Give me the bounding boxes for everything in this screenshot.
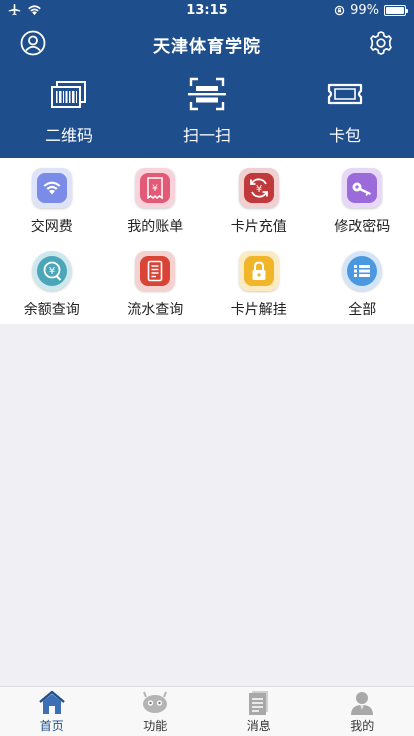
functions-icon — [143, 691, 168, 713]
my-bills-button[interactable]: ¥ 我的账单 — [104, 158, 208, 241]
profile-icon — [351, 692, 374, 715]
card-unlock-label: 卡片解挂 — [230, 302, 287, 318]
tab-profile-label: 我的 — [350, 719, 375, 733]
balance-inquiry-button[interactable]: ¥ 余额查询 — [0, 241, 104, 324]
all-services-label: 全部 — [348, 302, 377, 318]
svg-text:¥: ¥ — [256, 184, 262, 195]
tab-home[interactable]: 首页 — [0, 687, 104, 736]
barcode-icon — [51, 81, 86, 108]
all-menu-icon — [342, 251, 383, 291]
wifi-icon — [31, 168, 72, 208]
tab-functions[interactable]: 功能 — [104, 687, 208, 736]
scan-icon — [188, 77, 226, 111]
status-right: 99% — [334, 3, 408, 18]
qr-code-button[interactable]: 二维码 — [0, 64, 138, 158]
transactions-inquiry-label: 流水查询 — [127, 302, 184, 318]
scan-label: 扫一扫 — [182, 126, 231, 145]
pay-network-fee-button[interactable]: 交网费 — [0, 158, 104, 241]
messages-icon — [248, 691, 268, 715]
battery-icon — [384, 5, 408, 16]
status-bar: 13:15 99% — [0, 0, 414, 22]
svg-text:¥: ¥ — [152, 184, 158, 194]
top-nav: 天津体育学院 — [0, 22, 414, 64]
scan-button[interactable]: 扫一扫 — [138, 64, 276, 158]
tab-messages-label: 消息 — [246, 719, 271, 733]
home-icon — [38, 690, 65, 714]
card-recharge-label: 卡片充值 — [230, 219, 287, 235]
settings-button[interactable] — [368, 30, 394, 56]
card-unlock-button[interactable]: 卡片解挂 — [207, 241, 311, 324]
pay-network-fee-label: 交网费 — [30, 219, 73, 235]
change-password-label: 修改密码 — [334, 219, 391, 235]
all-services-button[interactable]: 全部 — [311, 241, 414, 324]
tab-home-label: 首页 — [39, 719, 64, 733]
change-password-button[interactable]: 修改密码 — [311, 158, 414, 241]
card-wallet-icon — [327, 83, 363, 105]
card-recharge-button[interactable]: ¥ 卡片充值 — [207, 158, 311, 241]
balance-inquiry-label: 余额查询 — [23, 302, 80, 318]
card-wallet-label: 卡包 — [328, 126, 361, 145]
balance-icon: ¥ — [31, 251, 72, 291]
page-title: 天津体育学院 — [153, 37, 261, 57]
quick-actions-bar: 二维码 扫一扫 卡包 — [0, 64, 414, 158]
key-icon — [342, 168, 383, 208]
recharge-icon: ¥ — [238, 168, 279, 208]
tab-profile[interactable]: 我的 — [311, 687, 414, 736]
transactions-inquiry-button[interactable]: 流水查询 — [104, 241, 208, 324]
tab-functions-label: 功能 — [143, 719, 168, 733]
qr-code-label: 二维码 — [44, 126, 93, 145]
card-wallet-button[interactable]: 卡包 — [276, 64, 414, 158]
bottom-tabbar: 首页 功能 消息 我的 — [0, 686, 414, 736]
services-grid: 交网费 ¥ 我的账单 ¥ 卡片充值 修改密码 ¥ 余额查询 流水查询 卡片解挂 — [0, 158, 414, 324]
unlock-icon — [238, 251, 279, 291]
battery-percent: 99% — [350, 3, 379, 18]
transactions-icon — [135, 251, 176, 291]
orientation-lock-icon — [334, 5, 345, 16]
my-bills-label: 我的账单 — [127, 219, 184, 235]
svg-text:¥: ¥ — [49, 266, 55, 277]
tab-messages[interactable]: 消息 — [207, 687, 311, 736]
bill-icon: ¥ — [135, 168, 176, 208]
gear-icon — [370, 31, 392, 55]
